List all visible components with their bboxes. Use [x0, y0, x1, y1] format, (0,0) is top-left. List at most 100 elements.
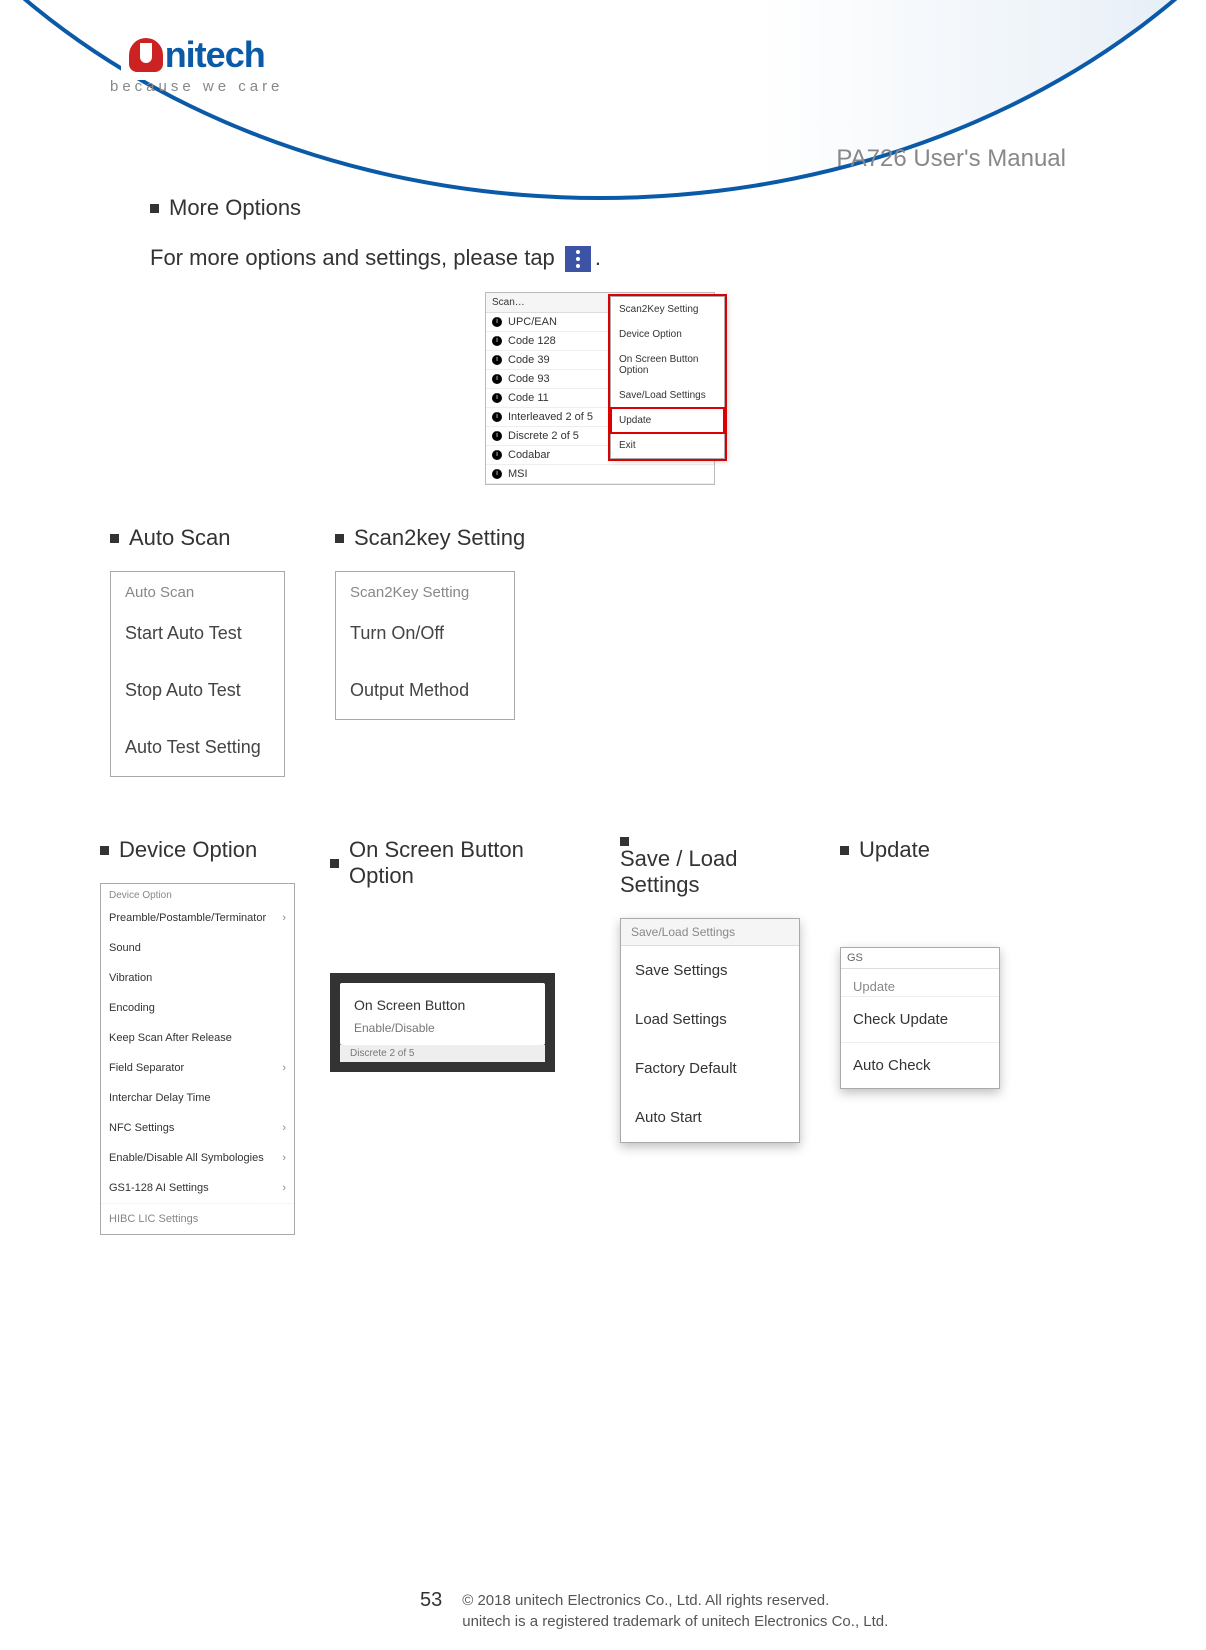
- device-item[interactable]: GS1-128 AI Settings›: [101, 1173, 294, 1203]
- page-footer: 53 © 2018 unitech Electronics Co., Ltd. …: [420, 1590, 888, 1632]
- bullet-icon: [110, 534, 119, 543]
- menu-item-onscreen[interactable]: On Screen Button Option: [611, 347, 724, 383]
- menu-item-scan2key[interactable]: Scan2Key Setting: [611, 297, 724, 322]
- section-title: More Options: [169, 195, 301, 221]
- device-item[interactable]: Preamble/Postamble/Terminator›: [101, 903, 294, 933]
- logo-text: nitech: [165, 34, 265, 76]
- brand-logo: nitech because we care: [110, 30, 283, 95]
- list-item[interactable]: iMSI: [486, 465, 714, 484]
- copyright-line1: © 2018 unitech Electronics Co., Ltd. All…: [462, 1592, 829, 1609]
- device-item[interactable]: NFC Settings›: [101, 1113, 294, 1143]
- osb-dialog-sub: Enable/Disable: [354, 1021, 531, 1035]
- label-device-option: Device Option: [119, 837, 257, 863]
- chevron-right-icon: ›: [282, 912, 286, 924]
- device-item[interactable]: Keep Scan After Release: [101, 1023, 294, 1053]
- main-screenshot: Scan… SETTI iUPC/EAN iCode 128 iCode 39 …: [485, 292, 715, 485]
- label-scan2key: Scan2key Setting: [354, 525, 525, 551]
- info-icon: i: [492, 393, 502, 403]
- device-item[interactable]: Encoding: [101, 993, 294, 1023]
- label-update: Update: [859, 837, 930, 863]
- update-item[interactable]: Check Update: [841, 996, 999, 1042]
- intro-text: For more options and settings, please ta…: [150, 245, 555, 270]
- bullet-icon: [620, 837, 629, 846]
- update-prefix: GS: [841, 948, 999, 969]
- heading-auto-scan: Auto Scan: [110, 525, 285, 551]
- auto-scan-item[interactable]: Start Auto Test: [111, 605, 284, 662]
- scan2key-header: Scan2Key Setting: [336, 572, 514, 605]
- scan2key-item[interactable]: Output Method: [336, 662, 514, 719]
- menu-item-saveload[interactable]: Save/Load Settings: [611, 383, 724, 408]
- info-icon: i: [492, 450, 502, 460]
- auto-scan-item[interactable]: Stop Auto Test: [111, 662, 284, 719]
- bullet-icon: [840, 846, 849, 855]
- bullet-icon: [100, 846, 109, 855]
- page-content: More Options For more options and settin…: [100, 195, 1100, 1235]
- scan2key-item[interactable]: Turn On/Off: [336, 605, 514, 662]
- save-load-screenshot: Save/Load Settings Save Settings Load Se…: [620, 918, 800, 1143]
- chevron-right-icon: ›: [282, 1062, 286, 1074]
- document-page: nitech because we care PA726 User's Manu…: [0, 0, 1206, 1650]
- menu-item-device[interactable]: Device Option: [611, 322, 724, 347]
- kebab-menu-icon: [565, 246, 591, 272]
- device-item[interactable]: Interchar Delay Time: [101, 1083, 294, 1113]
- osb-dialog[interactable]: On Screen Button Enable/Disable: [340, 983, 545, 1045]
- sl-header: Save/Load Settings: [621, 919, 799, 946]
- auto-scan-item[interactable]: Auto Test Setting: [111, 719, 284, 776]
- device-item[interactable]: Enable/Disable All Symbologies›: [101, 1143, 294, 1173]
- section-heading: More Options: [150, 195, 1100, 221]
- doc-title: PA726 User's Manual: [836, 145, 1066, 173]
- osb-dialog-title: On Screen Button: [354, 997, 531, 1013]
- label-on-screen-button: On Screen Button Option: [349, 837, 590, 889]
- menu-item-update[interactable]: Update: [611, 408, 724, 433]
- heading-on-screen-button: On Screen Button Option: [330, 837, 590, 889]
- update-screenshot: GS Update Check Update Auto Check: [840, 947, 1000, 1089]
- logo-tagline: because we care: [110, 78, 283, 95]
- device-item[interactable]: Field Separator›: [101, 1053, 294, 1083]
- sl-item[interactable]: Auto Start: [621, 1093, 799, 1142]
- chevron-right-icon: ›: [282, 1182, 286, 1194]
- auto-scan-screenshot: Auto Scan Start Auto Test Stop Auto Test…: [110, 571, 285, 777]
- heading-scan2key: Scan2key Setting: [335, 525, 525, 551]
- device-option-screenshot: Device Option Preamble/Postamble/Termina…: [100, 883, 295, 1235]
- device-item[interactable]: HIBC LIC Settings: [101, 1203, 294, 1234]
- intro-line: For more options and settings, please ta…: [150, 245, 1100, 272]
- device-item[interactable]: Vibration: [101, 963, 294, 993]
- device-item[interactable]: Sound: [101, 933, 294, 963]
- heading-update: Update: [840, 837, 1010, 863]
- on-screen-button-screenshot: On Screen Button Enable/Disable Discrete…: [330, 973, 555, 1072]
- label-save-load: Save / Load Settings: [620, 846, 810, 898]
- info-icon: i: [492, 374, 502, 384]
- intro-suffix: .: [595, 245, 601, 270]
- chevron-right-icon: ›: [282, 1152, 286, 1164]
- info-icon: i: [492, 336, 502, 346]
- bullet-icon: [150, 204, 159, 213]
- sl-item[interactable]: Save Settings: [621, 946, 799, 995]
- menu-item-exit[interactable]: Exit: [611, 433, 724, 458]
- page-number: 53: [420, 1590, 442, 1610]
- row-four-shots: Device Option Device Option Preamble/Pos…: [100, 837, 1100, 1235]
- label-auto-scan: Auto Scan: [129, 525, 231, 551]
- row-auto-s2k: Auto Scan Auto Scan Start Auto Test Stop…: [100, 525, 1100, 777]
- info-icon: i: [492, 431, 502, 441]
- heading-device-option: Device Option: [100, 837, 300, 863]
- scan2key-screenshot: Scan2Key Setting Turn On/Off Output Meth…: [335, 571, 515, 720]
- bullet-icon: [335, 534, 344, 543]
- sl-item[interactable]: Factory Default: [621, 1044, 799, 1093]
- chevron-right-icon: ›: [282, 1122, 286, 1134]
- overflow-menu: Scan2Key Setting Device Option On Screen…: [610, 296, 725, 459]
- update-header: Update: [841, 969, 999, 996]
- info-icon: i: [492, 355, 502, 365]
- main-shot-hl: Scan…: [492, 297, 525, 308]
- update-item[interactable]: Auto Check: [841, 1042, 999, 1088]
- device-header: Device Option: [101, 884, 294, 903]
- info-icon: i: [492, 317, 502, 327]
- auto-scan-header: Auto Scan: [111, 572, 284, 605]
- info-icon: i: [492, 469, 502, 479]
- bullet-icon: [330, 859, 339, 868]
- heading-save-load: Save / Load Settings: [620, 837, 810, 898]
- sl-item[interactable]: Load Settings: [621, 995, 799, 1044]
- info-icon: i: [492, 412, 502, 422]
- copyright-line2: unitech is a registered trademark of uni…: [462, 1613, 888, 1630]
- logo-mark-icon: [129, 38, 163, 72]
- osb-context-row: Discrete 2 of 5: [340, 1045, 545, 1062]
